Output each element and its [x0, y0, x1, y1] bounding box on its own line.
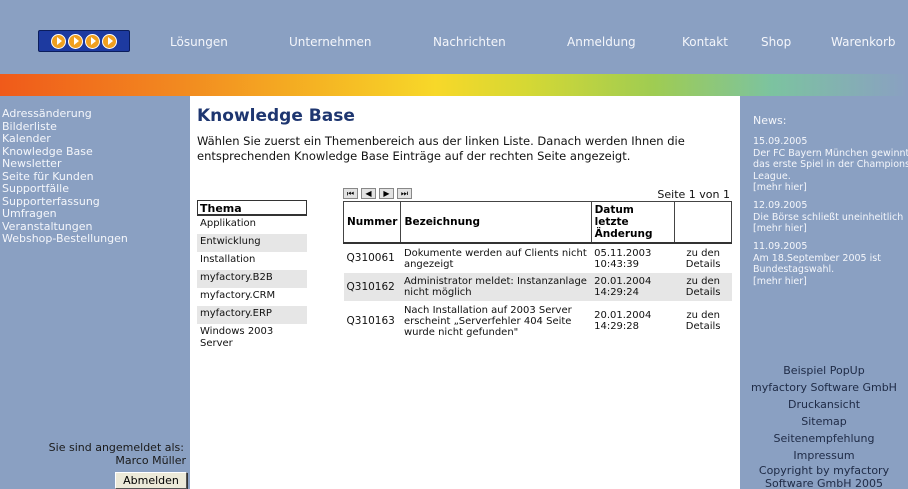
news-text: Am 18.September 2005 ist Bundestagswahl.	[753, 252, 881, 276]
thema-item-entwicklung[interactable]: Entwicklung	[197, 234, 307, 252]
nav-anmeldung[interactable]: Anmeldung	[567, 35, 636, 49]
cell-time: 14:29:28	[594, 321, 640, 332]
top-navigation-bar: Lösungen Unternehmen Nachrichten Anmeldu…	[0, 0, 908, 74]
logged-in-user-name: Marco Müller	[115, 454, 186, 467]
next-page-icon[interactable]: ▶	[379, 188, 394, 199]
cell-datum: 20.01.2004 14:29:28	[591, 301, 675, 341]
footer-links: Beispiel PopUp myfactory Software GmbH D…	[740, 362, 908, 489]
cell-datum: 20.01.2004 14:29:24	[591, 273, 675, 301]
logout-button[interactable]: Abmelden	[115, 472, 187, 489]
previous-page-icon[interactable]: ◀	[361, 188, 376, 199]
nav-loesungen[interactable]: Lösungen	[170, 35, 228, 49]
logo-arrow-icon	[68, 33, 83, 49]
last-page-icon[interactable]: ⏭	[397, 188, 412, 199]
table-row: Q310061 Dokumente werden auf Clients nic…	[344, 243, 732, 273]
cell-nummer: Q310162	[343, 273, 401, 301]
table-header-row: Nummer Bezeichnung Datum letzte Änderung	[342, 201, 732, 244]
first-page-icon[interactable]: ⏮	[343, 188, 358, 199]
thema-item-myfactory-b2b[interactable]: myfactory.B2B	[197, 270, 307, 288]
nav-shop[interactable]: Shop	[761, 35, 791, 49]
cell-date: 05.11.2003	[594, 247, 652, 259]
thema-item-applikation[interactable]: Applikation	[197, 216, 307, 234]
nav-kontakt[interactable]: Kontakt	[682, 35, 728, 49]
sidebar-item-newsletter[interactable]: Newsletter	[2, 157, 128, 171]
footer-link-print-view[interactable]: Druckansicht	[740, 396, 908, 413]
cell-time: 14:29:24	[594, 287, 640, 298]
myfactory-logo[interactable]	[38, 30, 130, 52]
cell-bezeichnung: Nach Installation auf 2003 Server ersche…	[403, 304, 572, 338]
login-status-label: Sie sind angemeldet als:	[48, 441, 184, 454]
news-item: 15.09.2005 Der FC Bayern München gewinnt…	[753, 136, 908, 194]
thema-item-installation[interactable]: Installation	[197, 252, 307, 270]
news-more-link[interactable]: [mehr hier]	[753, 223, 908, 235]
details-link[interactable]: zu den Details	[674, 273, 732, 301]
intro-text: Wählen Sie zuerst ein Themenbereich aus …	[197, 134, 685, 163]
news-date: 11.09.2005	[753, 241, 808, 252]
page-title: Knowledge Base	[197, 106, 355, 126]
footer-link-popup[interactable]: Beispiel PopUp	[740, 362, 908, 379]
cell-date: 20.01.2004	[594, 310, 652, 321]
footer-link-company[interactable]: myfactory Software GmbH	[740, 379, 908, 396]
cell-bezeichnung: Dokumente werden auf Clients nicht angez…	[403, 247, 587, 270]
footer-copyright: Copyright by myfactory Software GmbH 200…	[758, 464, 890, 489]
cell-nummer: Q310061	[346, 252, 395, 264]
table-row: Q310163 Nach Installation auf 2003 Serve…	[344, 301, 732, 341]
news-more-link[interactable]: [mehr hier]	[753, 182, 908, 194]
column-header-datum: Datum letzte Änderung	[590, 201, 676, 244]
footer-link-recommend[interactable]: Seitenempfehlung	[740, 430, 908, 447]
sidebar-item-supportfaelle[interactable]: Supportfälle	[2, 182, 128, 196]
news-date: 15.09.2005	[753, 136, 808, 147]
cell-time: 10:43:39	[594, 258, 640, 270]
column-header-bezeichnung: Bezeichnung	[400, 201, 592, 244]
sidebar-links: Adressänderung Bilderliste Kalender Know…	[2, 107, 128, 246]
cell-date: 20.01.2004	[594, 276, 652, 287]
logo-arrow-icon	[85, 33, 100, 49]
pager: ⏮ ◀ ▶ ⏭	[343, 188, 412, 199]
thema-item-myfactory-erp[interactable]: myfactory.ERP	[197, 306, 307, 324]
nav-unternehmen[interactable]: Unternehmen	[289, 35, 371, 49]
news-text: Der FC Bayern München gewinnt das erste …	[753, 147, 908, 182]
footer-link-sitemap[interactable]: Sitemap	[740, 413, 908, 430]
cell-bezeichnung: Administrator meldet: Instanzanlage nich…	[400, 273, 592, 301]
thema-list: Thema Applikation Entwicklung Installati…	[197, 200, 307, 352]
footer-link-impressum[interactable]: Impressum	[740, 447, 908, 464]
column-header-details	[674, 201, 732, 244]
news-item: 12.09.2005 Die Börse schließt uneinheitl…	[753, 200, 908, 235]
decorative-color-bar	[0, 74, 908, 96]
thema-item-myfactory-crm[interactable]: myfactory.CRM	[197, 288, 307, 306]
knowledge-base-table: Nummer Bezeichnung Datum letzte Änderung…	[342, 201, 732, 341]
sidebar-item-umfragen[interactable]: Umfragen	[2, 207, 128, 221]
sidebar-item-webshop-bestellungen[interactable]: Webshop-Bestellungen	[2, 232, 128, 246]
thema-item-windows-2003-server[interactable]: Windows 2003 Server	[197, 324, 307, 352]
left-sidebar: Adressänderung Bilderliste Kalender Know…	[0, 96, 190, 489]
details-link[interactable]: zu den Details	[675, 243, 732, 273]
page-indicator: Seite 1 von 1	[657, 188, 730, 201]
right-sidebar: News: 15.09.2005 Der FC Bayern München g…	[740, 96, 908, 489]
nav-warenkorb[interactable]: Warenkorb	[831, 35, 896, 49]
logo-arrow-icon	[102, 33, 117, 49]
news-item: 11.09.2005 Am 18.September 2005 ist Bund…	[753, 241, 908, 287]
main-content: Knowledge Base Wählen Sie zuerst ein The…	[190, 96, 740, 489]
news-title: News:	[753, 114, 787, 127]
cell-nummer: Q310163	[346, 314, 395, 327]
news-text: Die Börse schließt uneinheitlich	[753, 211, 904, 223]
cell-datum: 05.11.2003 10:43:39	[591, 243, 675, 273]
logo-arrow-icon	[51, 33, 66, 49]
news-date: 12.09.2005	[753, 200, 808, 211]
table-row: Q310162 Administrator meldet: Instanzanl…	[343, 273, 732, 301]
thema-list-header: Thema	[197, 200, 307, 216]
news-more-link[interactable]: [mehr hier]	[753, 276, 908, 288]
details-link[interactable]: zu den Details	[675, 301, 732, 341]
column-header-nummer: Nummer	[342, 201, 402, 244]
sidebar-item-adressaenderung[interactable]: Adressänderung	[2, 107, 128, 121]
sidebar-item-kalender[interactable]: Kalender	[2, 132, 128, 146]
nav-nachrichten[interactable]: Nachrichten	[433, 35, 506, 49]
